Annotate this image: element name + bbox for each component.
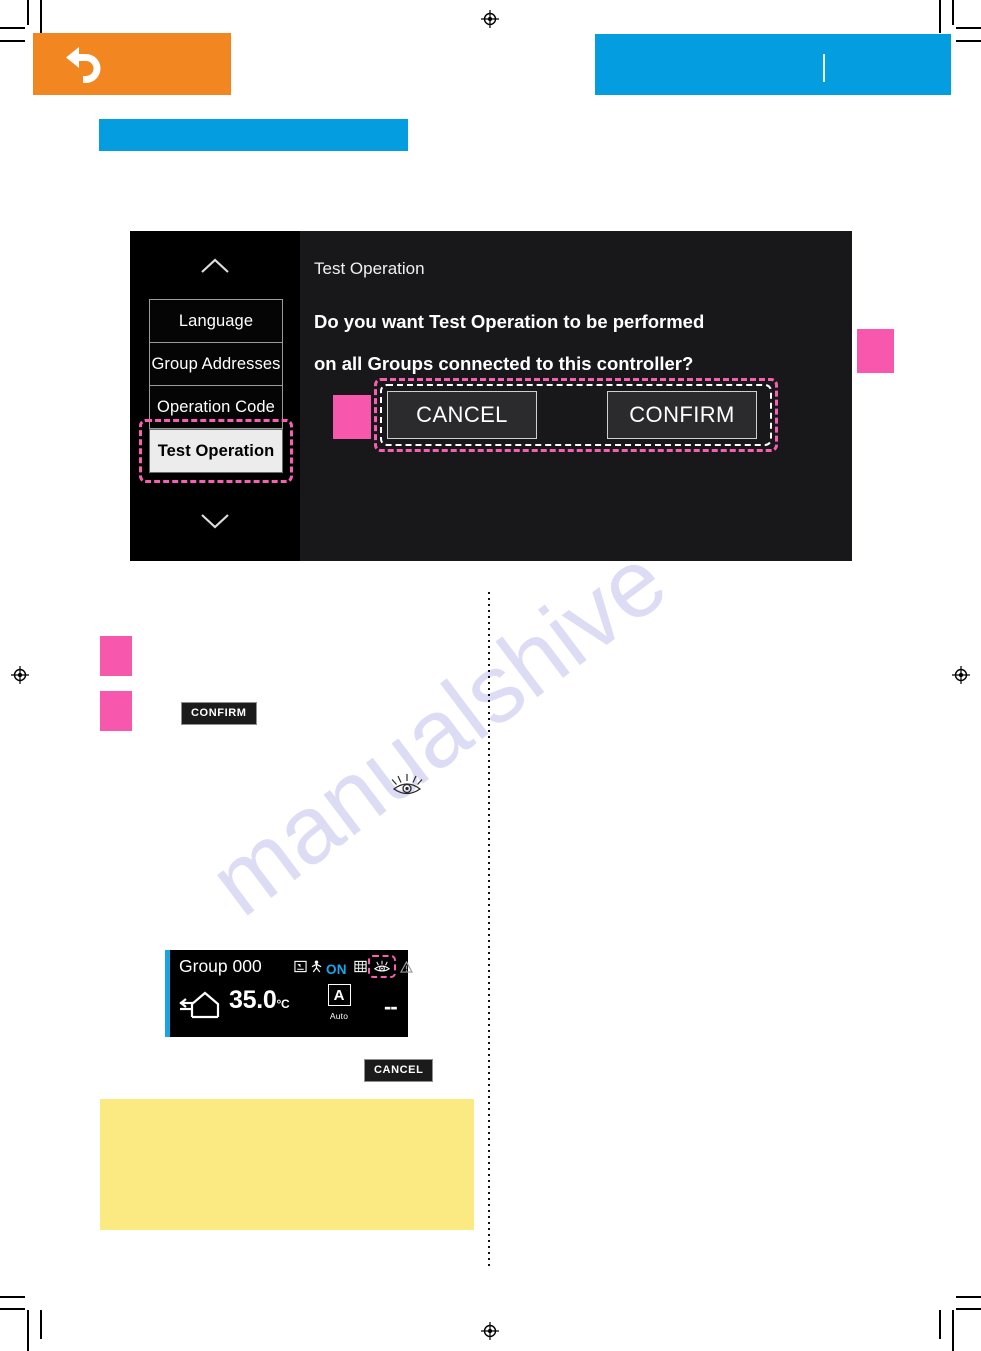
sidebar-item-language[interactable]: Language	[149, 299, 283, 343]
cancel-chip-label: CANCEL	[374, 1064, 424, 1076]
page-back-banner[interactable]	[33, 33, 231, 95]
fan-mode-indicator: A Auto	[319, 984, 359, 1024]
sidebar-item-group-addresses[interactable]: Group Addresses	[149, 342, 283, 386]
test-operation-status-icon-wrap	[367, 955, 396, 979]
dialog-message-line-2: on all Groups connected to this controll…	[314, 353, 694, 374]
eye-icon	[373, 959, 391, 979]
back-arrow-icon	[59, 42, 105, 86]
test-operation-dialog: Test Operation Do you want Test Operatio…	[300, 231, 894, 561]
group-status-header-row: Group 000 ON	[179, 955, 413, 982]
grid-icon	[354, 960, 367, 978]
temperature-value: 35.0	[229, 986, 277, 1014]
schedule-icon	[294, 960, 307, 978]
settings-sidebar: Language Group Addresses Operation Code …	[130, 231, 300, 561]
registration-mark-right	[952, 666, 970, 684]
step-number-marker-1	[100, 636, 132, 676]
registration-mark-left	[11, 666, 29, 684]
column-divider	[488, 592, 490, 1270]
header-separator	[823, 54, 825, 82]
group-status-panel: Group 000 ON 35.0°C A Auto --	[165, 950, 413, 1037]
step-marker-callout-b	[333, 395, 371, 439]
cancel-button[interactable]: CANCEL	[387, 391, 537, 439]
registration-mark-top	[481, 10, 499, 28]
settings-menu-list: Language Group Addresses Operation Code …	[139, 299, 293, 483]
confirm-button-chip[interactable]: CONFIRM	[181, 702, 257, 725]
group-status-icons: ON	[294, 955, 413, 980]
test-operation-eye-icon	[390, 770, 424, 798]
sidebar-item-label: Operation Code	[157, 397, 275, 416]
confirm-button-label: CONFIRM	[629, 402, 735, 427]
fan-mode-label: Auto	[329, 1011, 349, 1021]
dialog-message-line-1: Do you want Test Operation to be perform…	[314, 311, 705, 332]
temperature-unit: °C	[276, 997, 290, 1011]
scroll-down-button[interactable]	[130, 511, 300, 537]
sidebar-item-operation-code[interactable]: Operation Code	[149, 385, 283, 429]
watermark: manualshive	[150, 520, 910, 980]
cancel-button-chip[interactable]: CANCEL	[364, 1059, 434, 1082]
confirm-chip-label: CONFIRM	[191, 707, 247, 719]
step-marker-callout-a	[857, 329, 894, 373]
device-screenshot: Language Group Addresses Operation Code …	[130, 231, 894, 561]
dialog-button-row: CANCEL CONFIRM	[374, 378, 778, 452]
page-header-banner-right	[595, 34, 951, 95]
sidebar-item-label: Test Operation	[157, 441, 275, 460]
note-callout	[100, 1099, 474, 1230]
person-icon	[311, 960, 322, 978]
sidebar-item-label: Language	[178, 311, 254, 330]
step-number-marker-2	[100, 691, 132, 731]
sidebar-item-label: Group Addresses	[151, 354, 281, 373]
fan-mode-letter: A	[327, 984, 351, 1006]
cancel-button-label: CANCEL	[416, 402, 508, 427]
sidebar-item-test-operation-wrap: Test Operation	[139, 419, 293, 483]
power-state-label: ON	[326, 961, 347, 977]
watermark-text: manualshive	[190, 526, 686, 937]
group-name: Group 000	[179, 956, 262, 976]
section-title-banner	[99, 119, 408, 151]
secondary-value: --	[384, 994, 398, 1019]
registration-mark-bottom	[481, 1322, 499, 1340]
dialog-title: Test Operation	[314, 259, 425, 278]
group-status-detail-row: 35.0°C A Auto --	[179, 984, 404, 1032]
room-temperature: 35.0°C	[229, 986, 290, 1015]
confirm-button[interactable]: CONFIRM	[607, 391, 757, 439]
warning-triangle-icon	[399, 960, 413, 978]
scroll-up-button[interactable]	[130, 256, 300, 282]
sidebar-item-test-operation[interactable]: Test Operation	[149, 429, 283, 473]
house-airflow-icon	[179, 990, 223, 1025]
